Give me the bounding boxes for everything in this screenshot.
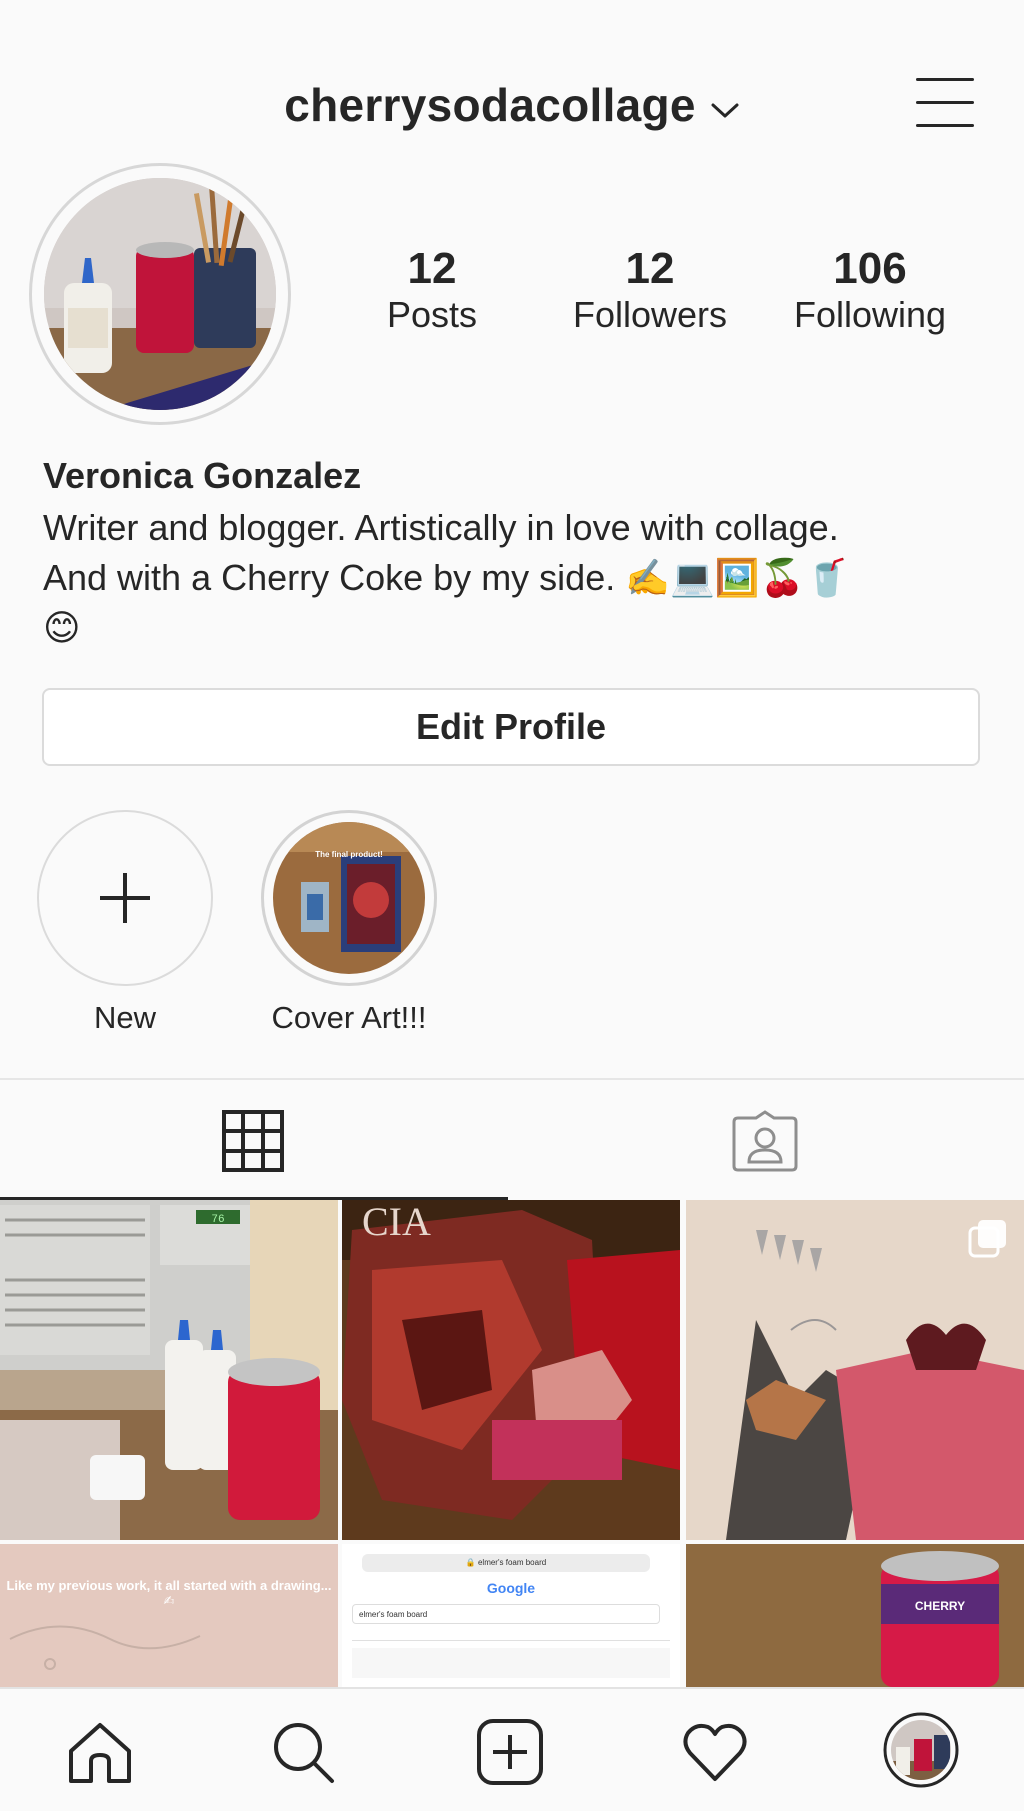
highlight-cover-label: Cover Art!!!: [271, 1000, 427, 1035]
search-icon: [274, 1723, 334, 1783]
following-number: 106: [833, 244, 907, 293]
highlight-cover-thumbnail: The final product!: [273, 822, 425, 974]
home-icon: [69, 1723, 131, 1783]
bio-line-1: Writer and blogger. Artistically in love…: [43, 507, 839, 548]
posts-number: 12: [407, 244, 457, 293]
posts-label: Posts: [386, 294, 478, 336]
nav-activity[interactable]: [680, 1717, 750, 1787]
search-results: [352, 1648, 670, 1678]
nav-home[interactable]: [65, 1717, 135, 1787]
heart-icon: [683, 1723, 747, 1781]
plus-icon: [100, 873, 150, 923]
tagged-person-icon: [732, 1110, 798, 1172]
followers-count[interactable]: 12 Followers: [550, 244, 750, 337]
post-caption-overlay: Like my previous work, it all started wi…: [6, 1578, 332, 1608]
tab-grid[interactable]: [0, 1080, 508, 1200]
top-bar: cherrysodacollage: [0, 0, 1024, 160]
post-thumbnail[interactable]: 76: [0, 1200, 338, 1540]
highlight-cover-caption: The final product!: [315, 850, 383, 859]
post-thumbnail[interactable]: CHERRY: [686, 1544, 1024, 1687]
carousel-icon: [968, 1220, 1006, 1258]
highlight-cover-circle[interactable]: The final product!: [261, 810, 437, 986]
post-thumbnail[interactable]: Like my previous work, it all started wi…: [0, 1544, 338, 1687]
highlight-cover-art[interactable]: The final product! Cover Art!!!: [261, 810, 437, 1036]
profile-avatar[interactable]: [29, 163, 291, 425]
avatar: [883, 1712, 959, 1788]
svg-text:CIA: CIA: [362, 1200, 431, 1244]
following-count[interactable]: 106 Following: [770, 244, 970, 337]
ac-display: 76: [211, 1214, 224, 1226]
profile-tabs: [0, 1078, 1024, 1200]
hamburger-menu-icon[interactable]: [916, 78, 974, 128]
followers-label: Followers: [572, 294, 728, 336]
followers-number: 12: [625, 244, 675, 293]
add-post-icon: [477, 1719, 543, 1785]
username-switcher[interactable]: cherrysodacollage: [0, 78, 1024, 132]
can-label: CHERRY: [915, 1599, 965, 1613]
browser-url: elmer's foam board: [477, 1558, 547, 1567]
post-thumbnail[interactable]: [686, 1200, 1024, 1540]
bio-emoji-smile: 😊: [43, 608, 81, 649]
grid-icon: [222, 1110, 284, 1172]
edit-profile-button[interactable]: Edit Profile: [42, 688, 980, 766]
chevron-down-icon: [710, 78, 740, 132]
bio-line-2: And with a Cherry Coke by my side.: [43, 557, 616, 598]
divider: [352, 1640, 670, 1641]
username-label: cherrysodacollage: [284, 79, 696, 131]
tab-tagged[interactable]: [508, 1080, 1016, 1200]
post-thumbnail[interactable]: CIA: [342, 1200, 680, 1540]
posts-count[interactable]: 12 Posts: [332, 244, 532, 337]
search-box: elmer's foam board: [352, 1604, 660, 1624]
profile-bio: Writer and blogger. Artistically in love…: [43, 503, 983, 654]
following-label: Following: [793, 294, 947, 336]
highlight-new-circle[interactable]: [37, 810, 213, 986]
nav-profile[interactable]: [882, 1711, 960, 1789]
post-thumbnail[interactable]: 🔒 elmer's foam board Google elmer's foam…: [342, 1544, 680, 1687]
nav-search[interactable]: [268, 1717, 338, 1787]
nav-new-post[interactable]: [475, 1717, 545, 1787]
browser-address-bar: 🔒 elmer's foam board: [362, 1554, 650, 1572]
bottom-navigation: [0, 1687, 1024, 1811]
highlight-new-label: New: [93, 1000, 156, 1035]
bio-emojis: ✍️💻🖼️🍒🥤: [625, 558, 850, 599]
google-logo: Google: [486, 1580, 536, 1596]
profile-name: Veronica Gonzalez: [43, 455, 362, 496]
highlight-new[interactable]: New: [37, 810, 213, 1036]
avatar-photo: [44, 178, 276, 410]
